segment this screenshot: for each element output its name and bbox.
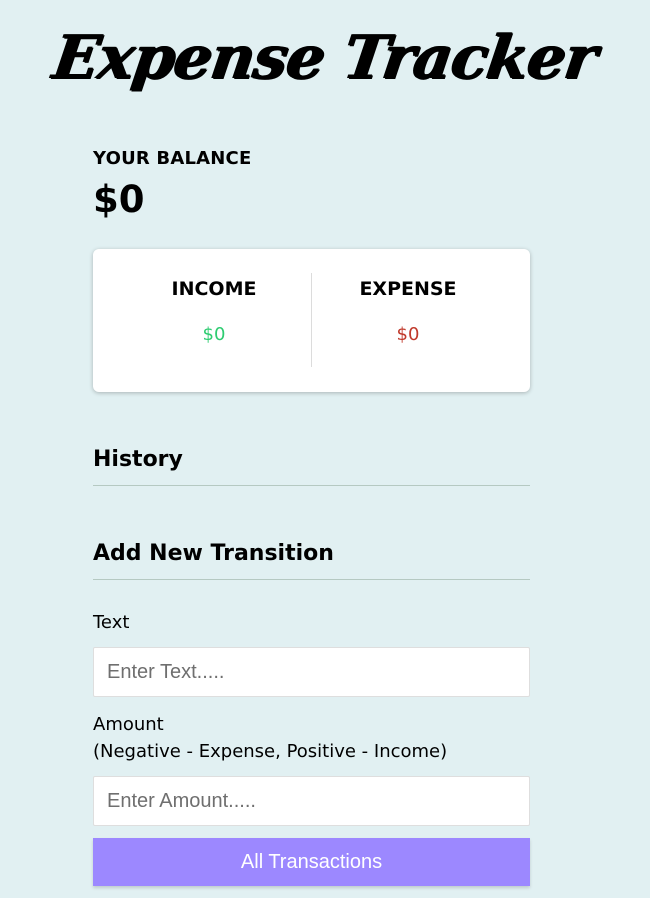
- history-heading: History: [93, 445, 530, 486]
- amount-hint-text: (Negative - Expense, Positive - Income): [93, 741, 448, 762]
- app-title: Expense Tracker: [49, 23, 601, 93]
- income-label: INCOME: [171, 278, 257, 300]
- expense-value: $0: [396, 324, 420, 345]
- expense-tracker-page: Expense Tracker YOUR BALANCE $0 INCOME $…: [0, 0, 650, 898]
- income-column: INCOME $0: [105, 277, 323, 347]
- text-field-label: Text: [93, 612, 130, 633]
- income-expense-card: INCOME $0 EXPENSE $0: [93, 249, 530, 392]
- amount-label-text: Amount: [93, 714, 164, 735]
- expense-column: EXPENSE $0: [299, 277, 517, 347]
- add-transaction-heading: Add New Transition: [93, 539, 530, 580]
- amount-input[interactable]: [93, 776, 530, 826]
- expense-label: EXPENSE: [359, 278, 457, 300]
- amount-field-label: Amount (Negative - Expense, Positive - I…: [93, 711, 530, 765]
- text-input[interactable]: [93, 647, 530, 697]
- all-transactions-button[interactable]: All Transactions: [93, 838, 530, 886]
- balance-value: $0: [93, 178, 145, 221]
- income-value: $0: [202, 324, 226, 345]
- balance-label: YOUR BALANCE: [93, 148, 252, 169]
